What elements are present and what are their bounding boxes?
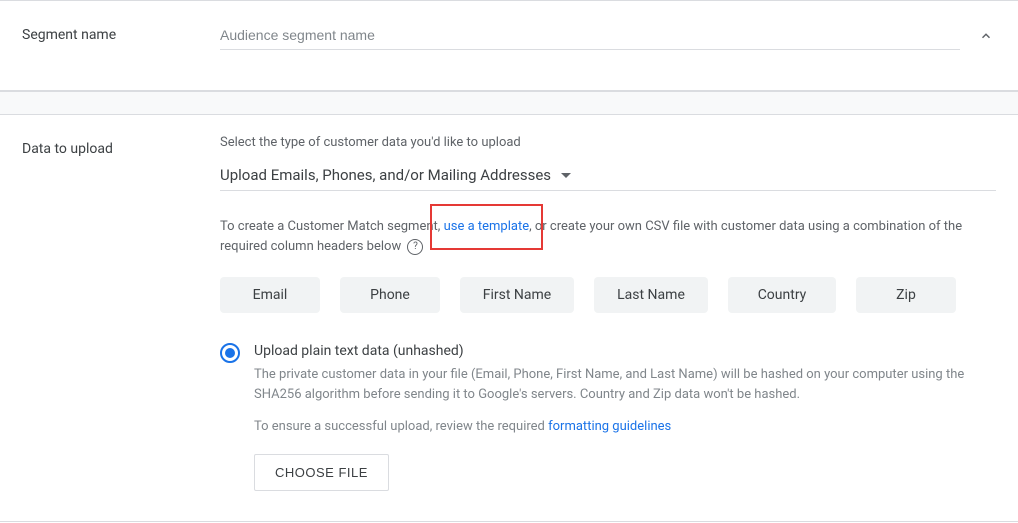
column-chip-phone: Phone — [340, 277, 440, 313]
dropdown-caret-icon — [561, 173, 571, 178]
use-template-link[interactable]: use a template — [444, 219, 530, 234]
radio-note: To ensure a successful upload, review th… — [254, 419, 996, 434]
desc-pre: To create a Customer Match segment, — [220, 219, 444, 234]
radio-label: Upload plain text data (unhashed) — [254, 343, 996, 359]
segment-name-section: Segment name — [0, 0, 1018, 91]
data-upload-label: Data to upload — [22, 135, 220, 157]
radio-dot-icon — [225, 348, 235, 358]
column-chip-zip: Zip — [856, 277, 956, 313]
upload-plaintext-radio[interactable] — [220, 343, 240, 363]
choose-file-button[interactable]: CHOOSE FILE — [254, 454, 389, 491]
upload-plaintext-option: Upload plain text data (unhashed) The pr… — [220, 343, 996, 491]
section-gap — [0, 91, 1018, 115]
upload-type-dropdown[interactable]: Upload Emails, Phones, and/or Mailing Ad… — [220, 166, 996, 191]
segment-name-label: Segment name — [22, 21, 220, 43]
note-pre: To ensure a successful upload, review th… — [254, 419, 548, 434]
upload-prompt: Select the type of customer data you'd l… — [220, 135, 996, 150]
radio-description: The private customer data in your file (… — [254, 365, 996, 405]
data-upload-section: Data to upload Select the type of custom… — [0, 115, 1018, 522]
template-description: To create a Customer Match segment, use … — [220, 217, 996, 257]
segment-name-input[interactable] — [220, 21, 960, 50]
column-chip-lastname: Last Name — [594, 277, 708, 313]
column-chip-firstname: First Name — [460, 277, 574, 313]
collapse-icon[interactable] — [976, 26, 996, 46]
column-headers-row: Email Phone First Name Last Name Country… — [220, 277, 996, 313]
column-chip-country: Country — [728, 277, 836, 313]
column-chip-email: Email — [220, 277, 320, 313]
formatting-guidelines-link[interactable]: formatting guidelines — [548, 419, 671, 434]
help-icon[interactable]: ? — [407, 239, 423, 255]
upload-type-value: Upload Emails, Phones, and/or Mailing Ad… — [220, 166, 551, 184]
